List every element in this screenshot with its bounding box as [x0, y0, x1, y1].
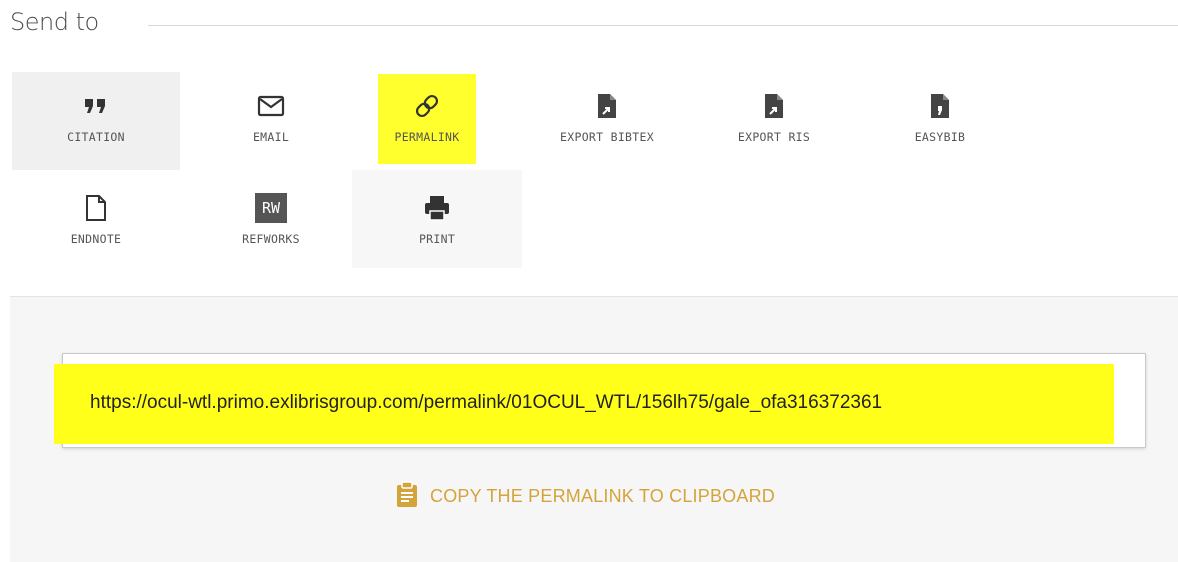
email-action[interactable]: EMAIL	[187, 72, 355, 170]
export-ris-action[interactable]: EXPORT RIS	[690, 72, 858, 170]
endnote-label: ENDNOTE	[70, 232, 122, 246]
refworks-label: REFWORKS	[242, 232, 300, 246]
copy-permalink-label: COPY THE PERMALINK TO CLIPBOARD	[430, 485, 775, 506]
citation-action[interactable]: CITATION	[12, 72, 180, 170]
document-icon	[85, 192, 107, 224]
refworks-badge: RW	[255, 193, 287, 223]
link-icon	[412, 90, 442, 122]
file-export-icon	[596, 90, 618, 122]
file-quote-icon	[929, 90, 951, 122]
export-bibtex-action[interactable]: EXPORT BIBTEX	[523, 72, 691, 170]
print-label: PRINT	[418, 232, 456, 246]
permalink-url-text[interactable]: https://ocul-wtl.primo.exlibrisgroup.com…	[90, 392, 882, 414]
refworks-icon: RW	[255, 192, 287, 224]
header-divider	[148, 25, 1178, 26]
clipboard-icon	[396, 480, 418, 512]
export-bibtex-label: EXPORT BIBTEX	[560, 130, 654, 144]
refworks-action[interactable]: RW REFWORKS	[187, 170, 355, 268]
easybib-label: EASYBIB	[914, 130, 966, 144]
endnote-action[interactable]: ENDNOTE	[12, 170, 180, 268]
email-label: EMAIL	[252, 130, 290, 144]
citation-label: CITATION	[67, 130, 125, 144]
permalink-action[interactable]: PERMALINK	[343, 72, 511, 170]
printer-icon	[423, 192, 451, 224]
send-to-title: Send to	[10, 8, 99, 36]
envelope-icon	[257, 90, 285, 122]
quote-icon	[83, 90, 109, 122]
print-action[interactable]: PRINT	[352, 170, 522, 268]
send-to-header: Send to	[10, 8, 1178, 44]
file-export-icon	[763, 90, 785, 122]
easybib-action[interactable]: EASYBIB	[856, 72, 1024, 170]
permalink-label: PERMALINK	[394, 130, 460, 144]
copy-permalink-button[interactable]: COPY THE PERMALINK TO CLIPBOARD	[396, 480, 775, 512]
export-ris-label: EXPORT RIS	[737, 130, 811, 144]
